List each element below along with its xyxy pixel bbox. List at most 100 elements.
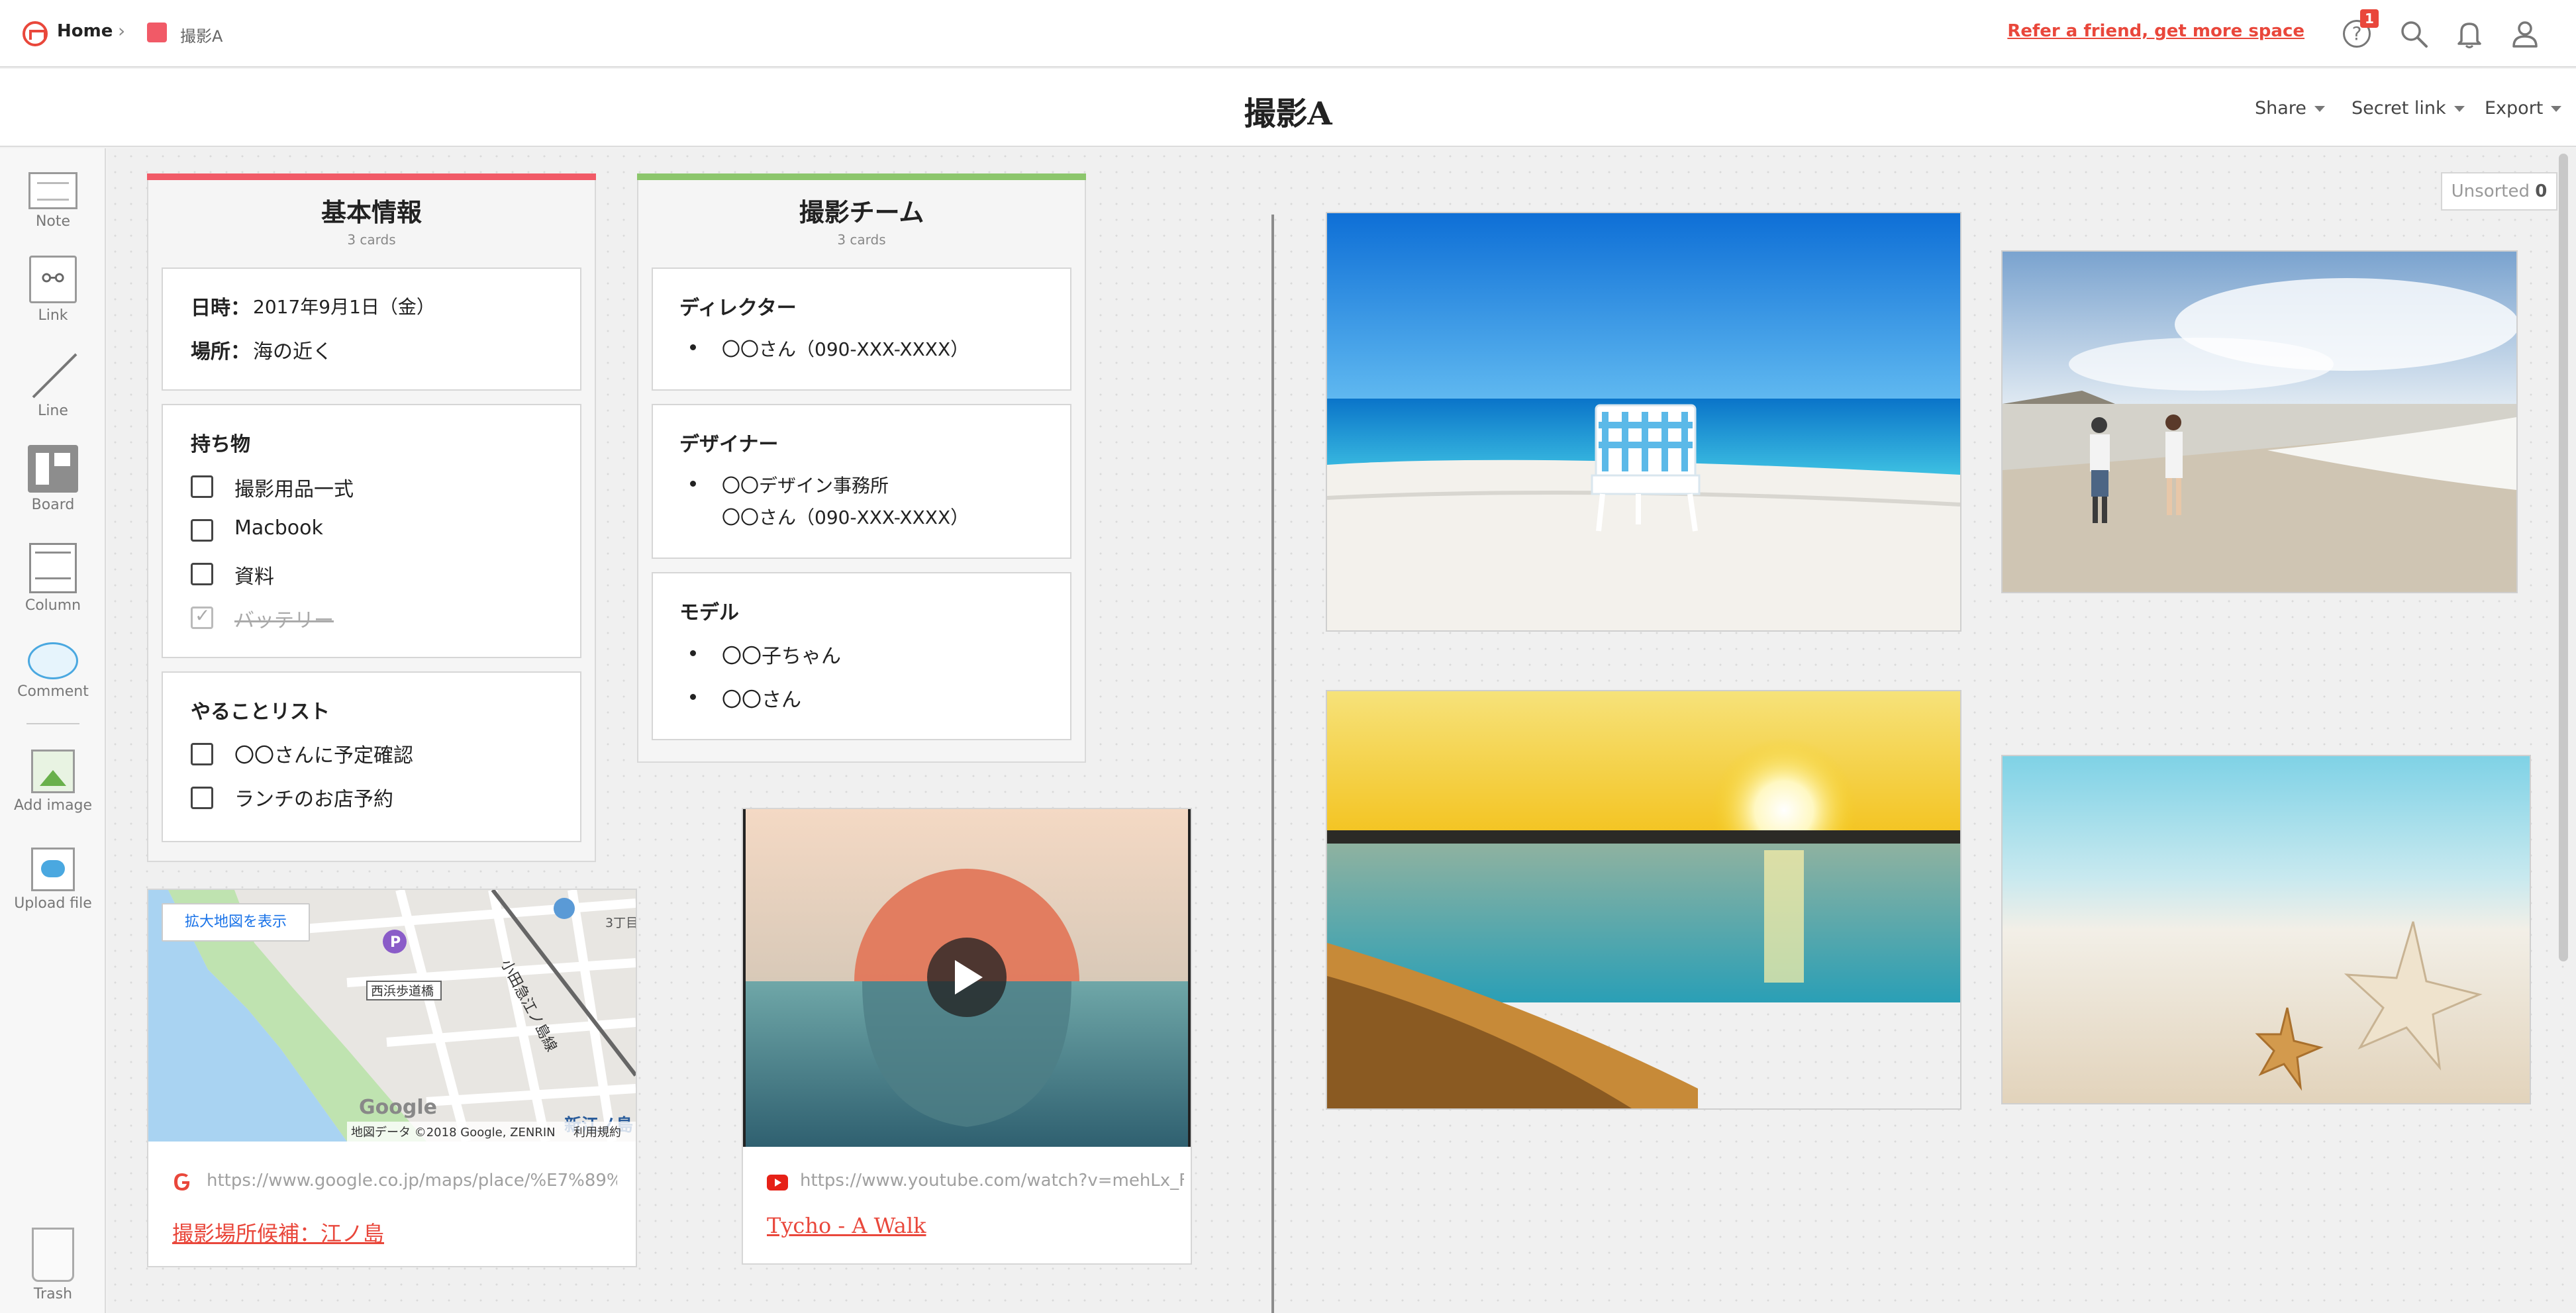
tool-label: Add image <box>13 797 93 814</box>
column-color-bar <box>147 173 596 180</box>
bullet <box>690 344 696 350</box>
sunset-beach-photo[interactable] <box>1326 690 1961 1110</box>
column-card-count: 3 cards <box>347 232 396 248</box>
unsorted-count: 0 <box>2535 181 2548 201</box>
milanote-logo-icon[interactable] <box>23 21 48 46</box>
board-color-icon <box>147 23 167 42</box>
column-icon <box>29 543 77 593</box>
unsorted-button[interactable]: Unsorted 0 <box>2441 172 2557 211</box>
couple-beach-photo[interactable] <box>2001 250 2518 593</box>
beach-chair-image <box>1327 213 1960 630</box>
designer-office: 〇〇デザイン事務所 <box>722 475 889 497</box>
date-label: 日時： <box>191 297 250 320</box>
director-card[interactable]: ディレクター 〇〇さん（090-XXX-XXXX） <box>652 267 1071 391</box>
chevron-down-icon <box>2314 106 2325 112</box>
link-icon: ⚯ <box>29 256 77 303</box>
chevron-down-icon <box>2551 106 2562 112</box>
checkbox-checked[interactable] <box>191 605 213 629</box>
checkbox[interactable] <box>191 519 213 542</box>
tool-board[interactable]: Board <box>0 445 106 513</box>
divider-line[interactable] <box>1271 215 1274 1313</box>
designer-heading: デザイナー <box>679 433 779 456</box>
expand-map-button[interactable]: 拡大地図を表示 <box>162 903 310 942</box>
model-card[interactable]: モデル 〇〇子ちゃん 〇〇さん <box>652 572 1071 740</box>
video-thumbnail-image[interactable] <box>743 809 1191 1147</box>
checklist-item: Macbook <box>234 516 323 540</box>
bullet <box>690 481 696 487</box>
checkbox[interactable] <box>191 475 213 498</box>
column-shooting-team[interactable]: 撮影チーム 3 cards ディレクター 〇〇さん（090-XXX-XXXX） … <box>637 173 1086 763</box>
export-menu[interactable]: Export <box>2485 98 2562 119</box>
column-title[interactable]: 基本情報 <box>148 192 595 228</box>
place-value: 海の近く <box>253 340 332 364</box>
video-link-title[interactable]: Tycho - A Walk <box>767 1213 926 1238</box>
toolbar-divider <box>26 723 79 724</box>
column-color-bar <box>637 173 1086 180</box>
designer-card[interactable]: デザイナー 〇〇デザイン事務所 〇〇さん（090-XXX-XXXX） <box>652 404 1071 559</box>
tool-trash[interactable]: Trash <box>0 1228 106 1302</box>
bullet <box>690 694 696 700</box>
notifications-button[interactable] <box>2453 17 2486 50</box>
tool-note[interactable]: Note <box>0 172 106 230</box>
help-button[interactable]: ? 1 <box>2340 9 2379 50</box>
tool-sidebar: Note ⚯ Link Line Board Column Comment Ad… <box>0 148 106 1313</box>
upload-icon <box>31 848 75 891</box>
tool-upload-file[interactable]: Upload file <box>0 848 106 912</box>
tool-label: Comment <box>17 683 89 700</box>
tool-link[interactable]: ⚯ Link <box>0 256 106 324</box>
board-title[interactable]: 撮影A <box>0 87 2576 134</box>
column-basic-info[interactable]: 基本情報 3 cards 日時： 2017年9月1日（金） 場所： 海の近く 持… <box>147 173 596 862</box>
designer-contact: 〇〇さん（090-XXX-XXXX） <box>722 507 969 528</box>
map-attribution: 地図データ ©2018 Google, ZENRIN <box>351 1126 556 1140</box>
breadcrumb-board-name[interactable]: 撮影A <box>180 23 223 46</box>
checklist-item: 撮影用品一式 <box>234 478 354 501</box>
checklist-item: 資料 <box>234 565 274 589</box>
comment-icon <box>28 642 78 679</box>
breadcrumb-chevron-icon: › <box>118 20 126 42</box>
map-link-card[interactable]: P 小田急江ノ島線 西浜歩道橋 3丁目 Google 新江ノ島 地図データ ©2… <box>147 889 637 1267</box>
starfish-photo[interactable] <box>2001 755 2531 1104</box>
secret-link-label: Secret link <box>2352 98 2446 119</box>
info-card[interactable]: 日時： 2017年9月1日（金） 場所： 海の近く <box>162 267 581 391</box>
items-card[interactable]: 持ち物 撮影用品一式 Macbook 資料 バッテリー <box>162 404 581 658</box>
map-terms-link: 利用規約 <box>573 1126 621 1140</box>
tool-label: Note <box>35 213 71 230</box>
model-name: 〇〇子ちゃん <box>722 645 841 668</box>
home-link[interactable]: Home <box>57 21 113 41</box>
share-menu[interactable]: Share <box>2255 98 2325 119</box>
account-button[interactable] <box>2508 17 2542 50</box>
tool-line[interactable]: Line <box>0 351 106 419</box>
video-url: https://www.youtube.com/watch?v=mehLx_Fj… <box>800 1171 1184 1191</box>
bullet <box>690 650 696 656</box>
column-title[interactable]: 撮影チーム <box>638 192 1085 228</box>
column-card-count: 3 cards <box>837 232 886 248</box>
search-icon <box>2401 21 2428 48</box>
notification-badge: 1 <box>2360 9 2379 28</box>
items-heading: 持ち物 <box>191 433 250 456</box>
tool-comment[interactable]: Comment <box>0 642 106 700</box>
note-icon <box>28 172 77 209</box>
todo-card[interactable]: やることリスト 〇〇さんに予定確認 ランチのお店予約 <box>162 671 581 842</box>
youtube-icon <box>767 1175 788 1191</box>
top-bar: Home › 撮影A Refer a friend, get more spac… <box>0 0 2576 68</box>
todo-heading: やることリスト <box>191 701 330 724</box>
refer-friend-link[interactable]: Refer a friend, get more space <box>2007 21 2304 41</box>
place-label: 場所： <box>191 340 250 364</box>
board-title-bar: 撮影A Share Secret link Export <box>0 69 2576 147</box>
date-value: 2017年9月1日（金） <box>253 296 435 318</box>
video-link-card[interactable]: https://www.youtube.com/watch?v=mehLx_Fj… <box>742 808 1192 1265</box>
checklist-item-done: バッテリー <box>234 609 334 632</box>
checkbox[interactable] <box>191 563 213 585</box>
vertical-scrollbar[interactable] <box>2559 154 2568 961</box>
map-district-label: 3丁目 <box>605 916 636 930</box>
board-canvas[interactable]: 基本情報 3 cards 日時： 2017年9月1日（金） 場所： 海の近く 持… <box>107 148 2576 1313</box>
beach-chair-photo[interactable] <box>1326 212 1961 632</box>
board-icon <box>28 445 78 493</box>
checkbox[interactable] <box>191 787 213 809</box>
checkbox[interactable] <box>191 743 213 765</box>
tool-column[interactable]: Column <box>0 543 106 614</box>
tool-add-image[interactable]: Add image <box>0 750 106 814</box>
map-link-title[interactable]: 撮影場所候補：江ノ島 <box>172 1217 384 1247</box>
search-button[interactable] <box>2397 17 2430 50</box>
secret-link-menu[interactable]: Secret link <box>2352 98 2465 119</box>
